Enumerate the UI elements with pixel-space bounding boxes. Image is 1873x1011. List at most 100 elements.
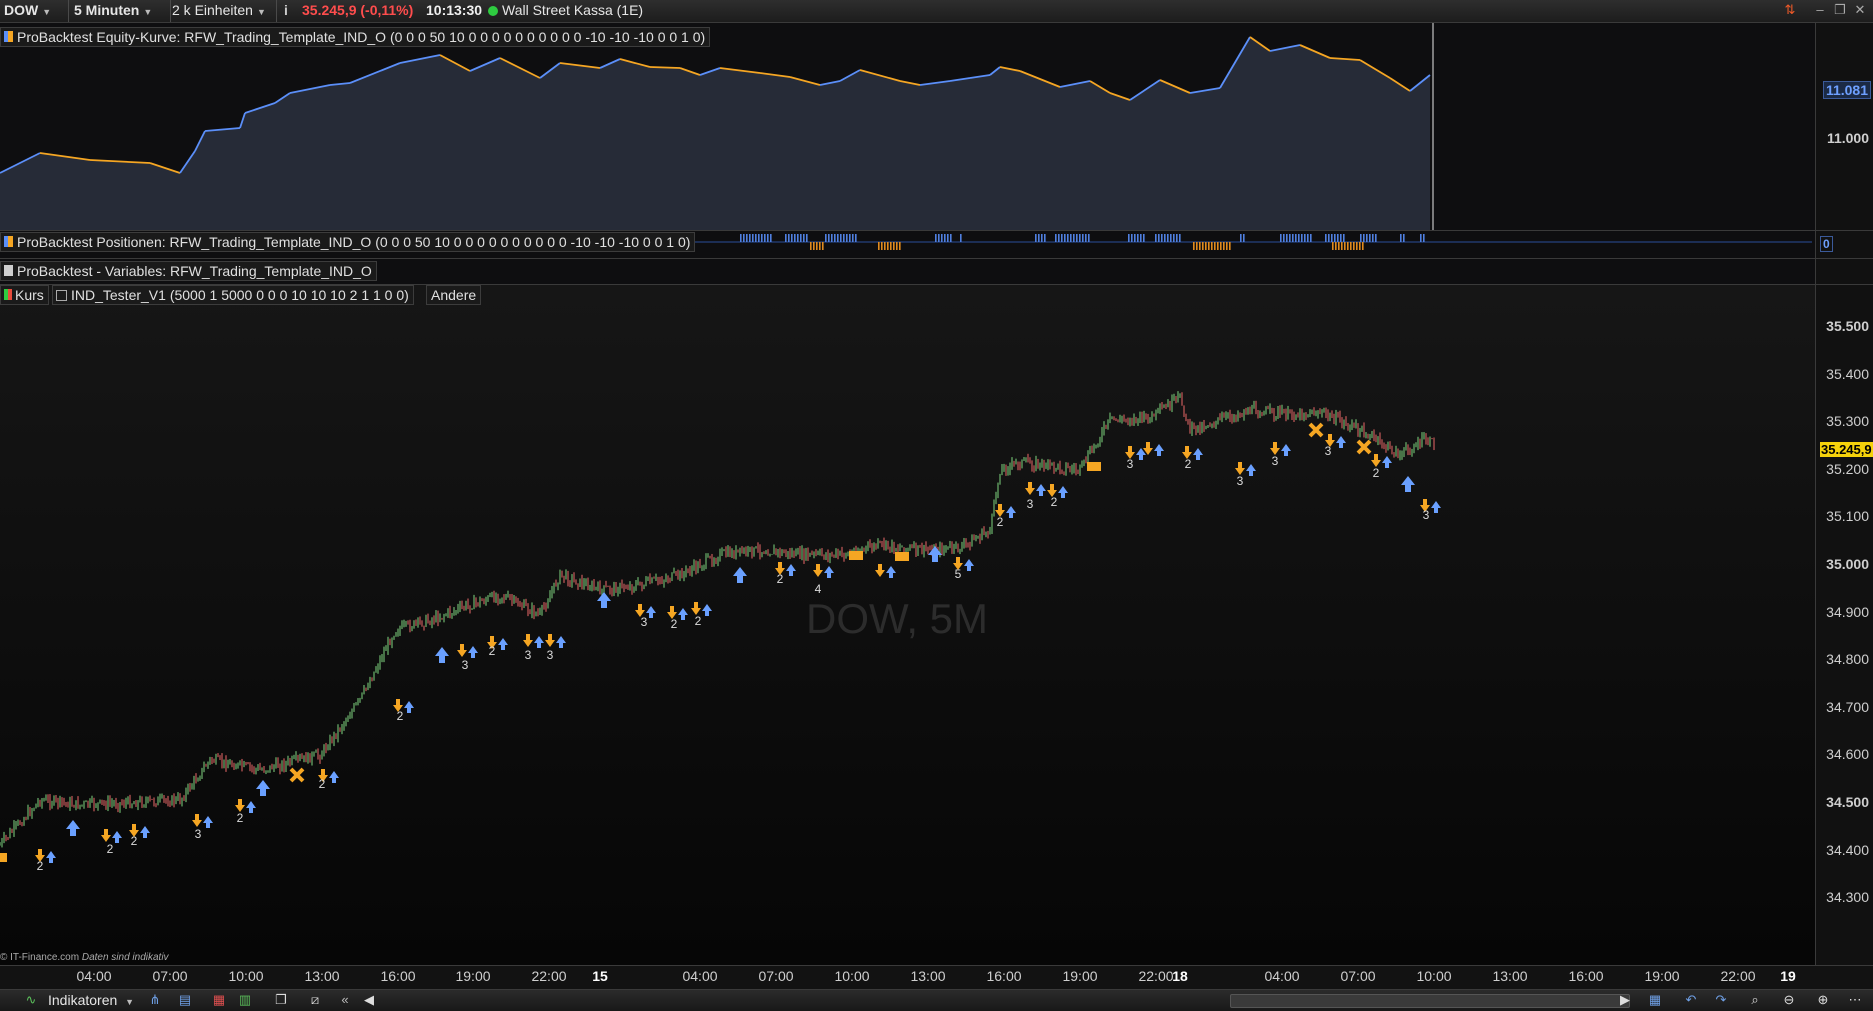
andere-label[interactable]: Andere: [426, 285, 482, 305]
short-signal-arrow: [192, 814, 213, 828]
long-position-bar: [758, 234, 760, 242]
short-position-bar: [878, 242, 880, 250]
more-icon[interactable]: ⋯: [1846, 992, 1864, 1008]
window-icon[interactable]: ❐: [272, 992, 290, 1008]
redo-icon[interactable]: ↷: [1712, 992, 1730, 1008]
draw-tool-icon[interactable]: ⧄: [306, 992, 324, 1008]
signal-count-label: 3: [641, 615, 648, 629]
zoom-in-icon[interactable]: ⊕: [1814, 992, 1832, 1008]
close-icon[interactable]: ✕: [1852, 2, 1868, 18]
long-signal-arrow: [1401, 476, 1415, 492]
short-position-bar: [1217, 242, 1219, 250]
long-position-bar: [767, 234, 769, 242]
chevron-down-icon: ▼: [42, 7, 52, 17]
position-square-marker: [1087, 462, 1101, 471]
signal-count-label: 2: [131, 834, 138, 848]
collapse-icon[interactable]: «: [336, 992, 354, 1008]
long-position-bar: [1304, 234, 1306, 242]
time-tick: 04:00: [682, 968, 718, 984]
long-position-bar: [1369, 234, 1371, 242]
alert-icon[interactable]: ⇅: [1782, 2, 1798, 18]
undo-icon[interactable]: ↶: [1682, 992, 1700, 1008]
long-position-bar: [1295, 234, 1297, 242]
equity-panel-label[interactable]: ProBacktest Equity-Kurve: RFW_Trading_Te…: [0, 27, 711, 47]
kurs-label[interactable]: Kurs: [0, 285, 49, 305]
positions-panel-label[interactable]: ProBacktest Positionen: RFW_Trading_Temp…: [0, 232, 696, 252]
short-position-bar: [1341, 242, 1343, 250]
signal-count-label: 2: [1185, 457, 1192, 471]
long-position-bar: [837, 234, 839, 242]
folder-icon[interactable]: ▤: [176, 992, 194, 1008]
short-position-bar: [881, 242, 883, 250]
long-position-bar: [1155, 234, 1157, 242]
long-position-bar: [1079, 234, 1081, 242]
short-position-bar: [1202, 242, 1204, 250]
time-tick: 22:00: [531, 968, 567, 984]
checkbox-icon[interactable]: [56, 290, 67, 301]
long-position-bar: [950, 234, 952, 242]
long-position-bar: [1038, 234, 1040, 242]
signal-count-label: 2: [997, 515, 1004, 529]
zoom-reset-icon[interactable]: ⌕: [1746, 992, 1764, 1008]
long-position-bar: [1143, 234, 1145, 242]
long-position-bar: [938, 234, 940, 242]
list-icon[interactable]: ▦: [210, 992, 228, 1008]
long-position-bar: [1403, 234, 1405, 242]
signal-count-label: 3: [1423, 508, 1430, 522]
long-position-bar: [1292, 234, 1294, 242]
signal-count-label: 2: [319, 777, 326, 791]
restore-icon[interactable]: ❐: [1832, 2, 1848, 18]
units-selector[interactable]: 2 k Einheiten ▼: [168, 0, 277, 22]
long-position-bar: [740, 234, 742, 242]
price-tick: 34.600: [1826, 746, 1869, 763]
price-candle-chart[interactable]: 2 2 2 3 2 2 2 3 2 3 3 3 2 2 2 4 5 2 3 2 3 2 3 3 3 2 3: [0, 285, 1812, 965]
long-position-bar: [1240, 234, 1242, 242]
top-toolbar: DOW ▼ 5 Minuten ▼ 2 k Einheiten ▼ i 35.245,…: [0, 0, 1873, 23]
long-position-bar: [1055, 234, 1057, 242]
long-position-bar: [1073, 234, 1075, 242]
calendar-icon[interactable]: ▦: [1646, 992, 1664, 1008]
price-tick: 35.400: [1826, 365, 1869, 382]
time-tick: 04:00: [1264, 968, 1300, 984]
short-position-bar: [816, 242, 818, 250]
share-icon[interactable]: ⋔: [146, 992, 164, 1008]
indicators-button[interactable]: Indikatoren ▼: [48, 992, 134, 1008]
long-position-bar: [1301, 234, 1303, 242]
minimize-icon[interactable]: –: [1812, 2, 1828, 18]
long-position-bar: [1286, 234, 1288, 242]
price-change: 35.245,9 (-0,11%): [302, 2, 414, 18]
short-position-bar: [1359, 242, 1361, 250]
long-position-bar: [1061, 234, 1063, 242]
short-signal-arrow: [523, 634, 544, 648]
time-tick: 13:00: [304, 968, 340, 984]
short-position-bar: [1332, 242, 1334, 250]
short-position-bar: [899, 242, 901, 250]
long-position-bar: [1161, 234, 1163, 242]
long-position-bar: [1337, 234, 1339, 242]
scroll-left-icon[interactable]: ◀: [360, 992, 378, 1008]
long-position-bar: [1137, 234, 1139, 242]
instrument-selector[interactable]: DOW ▼: [0, 0, 69, 22]
short-position-bar: [1229, 242, 1231, 250]
zoom-out-icon[interactable]: ⊖: [1780, 992, 1798, 1008]
long-position-bar: [852, 234, 854, 242]
equity-current-value: 11.081: [1822, 81, 1871, 99]
long-position-bar: [941, 234, 943, 242]
time-tick: 19:00: [455, 968, 491, 984]
timeframe-label: 5 Minuten: [74, 2, 140, 18]
long-position-bar: [1423, 234, 1425, 242]
time-tick: 15: [592, 968, 608, 984]
indicator-label[interactable]: IND_Tester_V1 (5000 1 5000 0 0 0 10 10 1…: [52, 285, 414, 305]
short-position-bar: [1347, 242, 1349, 250]
short-signal-arrow: [1143, 442, 1164, 456]
horizontal-scrollbar[interactable]: [1230, 994, 1630, 1008]
timeframe-selector[interactable]: 5 Minuten ▼: [70, 0, 171, 22]
short-position-bar: [813, 242, 815, 250]
data-source-note: © IT-Finance.com Daten sind indikativ: [0, 952, 169, 963]
scroll-right-icon[interactable]: ▶: [1616, 992, 1634, 1008]
short-position-bar: [822, 242, 824, 250]
variables-panel-label[interactable]: ProBacktest - Variables: RFW_Trading_Tem…: [0, 261, 377, 281]
price-panel: DOW, 5M 222322232333222452323233323 Kurs…: [0, 285, 1873, 965]
equity-curve-chart: [0, 23, 1434, 230]
bars-icon[interactable]: ▥: [236, 992, 254, 1008]
